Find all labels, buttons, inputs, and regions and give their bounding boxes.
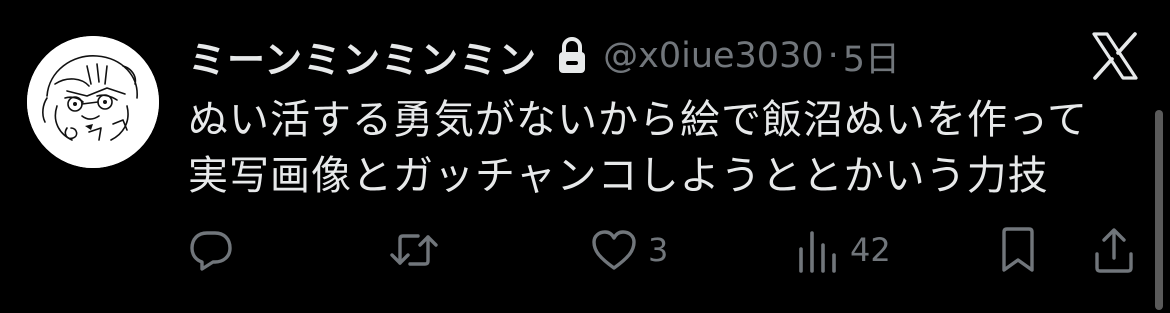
heart-icon (590, 227, 638, 273)
lock-icon (555, 36, 589, 76)
tweet-actions: 3 42 (0, 222, 1170, 278)
display-name[interactable]: ミーンミンミンミン (188, 29, 537, 84)
separator-dot: · (827, 36, 839, 76)
bookmark-button[interactable] (998, 222, 1048, 278)
x-logo-icon (1090, 30, 1140, 82)
repost-button[interactable] (388, 222, 450, 278)
views-count: 42 (850, 231, 891, 269)
views-icon (796, 227, 840, 273)
tweet-text: ぬい活する勇気がないから絵で飯沼ぬいを作って 実写画像とガッチャンコしようととか… (188, 92, 1138, 204)
avatar-drawing (27, 36, 159, 168)
timestamp[interactable]: 5日 (843, 31, 900, 82)
tweet-text-line: ぬい活する勇気がないから絵で飯沼ぬいを作って (188, 97, 1088, 143)
views-button[interactable]: 42 (796, 222, 891, 278)
share-icon (1092, 226, 1136, 274)
reply-icon (188, 227, 234, 273)
bookmark-icon (998, 226, 1038, 274)
tweet-header: ミーンミンミンミン @x0iue3030 · 5日 (188, 30, 900, 82)
avatar[interactable] (27, 36, 159, 168)
share-button[interactable] (1092, 222, 1146, 278)
scrollbar[interactable] (1155, 110, 1163, 310)
reply-button[interactable] (188, 222, 244, 278)
user-handle[interactable]: @x0iue3030 (603, 36, 824, 76)
repost-icon (388, 227, 440, 273)
tweet-text-line: 実写画像とガッチャンコしようととかいう力技 (188, 153, 1049, 199)
like-button[interactable]: 3 (590, 222, 668, 278)
like-count: 3 (648, 231, 669, 269)
tweet[interactable]: ミーンミンミンミン @x0iue3030 · 5日 ぬい活する勇気がないから絵で… (0, 0, 1170, 313)
